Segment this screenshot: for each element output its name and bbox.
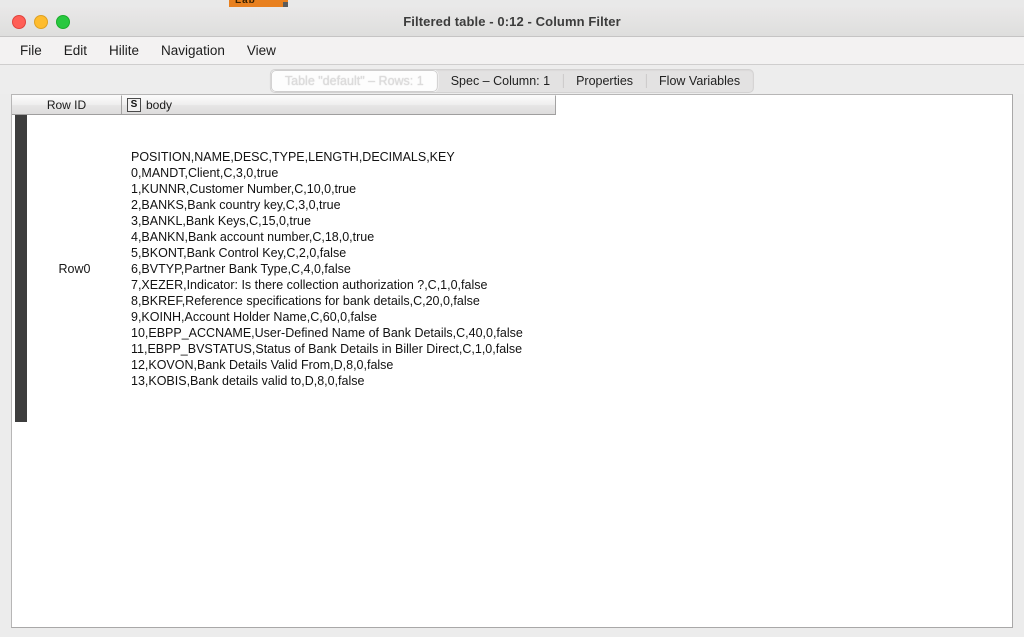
table-row[interactable]: Row0 POSITION,NAME,DESC,TYPE,LENGTH,DECI… [12,115,1012,422]
csv-line: 12,KOVON,Bank Details Valid From,D,8,0,f… [131,357,394,372]
menu-hilite[interactable]: Hilite [98,41,150,60]
csv-line: 13,KOBIS,Bank details valid to,D,8,0,fal… [131,373,365,388]
tab-table-default[interactable]: Table "default" – Rows: 1 [270,70,438,92]
csv-line: 9,KOINH,Account Holder Name,C,60,0,false [131,309,377,324]
close-button[interactable] [12,14,26,29]
tabbar: Table "default" – Rows: 1 Spec – Column:… [269,69,755,93]
column-header-rowid-label: Row ID [46,98,87,112]
string-type-icon: S [127,98,141,112]
csv-line: 0,MANDT,Client,C,3,0,true [131,165,279,180]
tab-table-default-label: Table "default" – Rows: 1 [284,74,424,88]
csv-line: 4,BANKN,Bank account number,C,18,0,true [131,229,375,244]
row-selection-indicator [15,115,27,422]
background-window-fragment-label: Lab [235,0,256,6]
row-id-cell: Row0 [58,261,91,276]
main-window: Filtered table - 0:12 - Column Filter Fi… [0,7,1024,637]
maximize-button[interactable] [56,14,70,29]
tab-properties-label: Properties [576,74,634,88]
table-column-headers: Row ID S body [12,95,556,115]
window-title: Filtered table - 0:12 - Column Filter [403,14,621,29]
csv-line: 7,XEZER,Indicator: Is there collection a… [131,277,488,292]
csv-line: 3,BANKL,Bank Keys,C,15,0,true [131,213,311,228]
menu-edit[interactable]: Edit [53,41,98,60]
csv-line: 8,BKREF,Reference specifications for ban… [131,293,480,308]
background-window-fragment[interactable]: Lab [229,0,288,7]
column-header-rowid[interactable]: Row ID [12,95,122,114]
csv-line: 11,EBPP_BVSTATUS,Status of Bank Details … [131,341,523,356]
csv-line: 6,BVTYP,Partner Bank Type,C,4,0,false [131,261,351,276]
menubar: File Edit Hilite Navigation View [0,37,1024,65]
csv-line: 1,KUNNR,Customer Number,C,10,0,true [131,181,357,196]
window-titlebar: Filtered table - 0:12 - Column Filter [0,7,1024,37]
csv-line: POSITION,NAME,DESC,TYPE,LENGTH,DECIMALS,… [131,149,455,164]
column-header-body[interactable]: S body [122,95,556,114]
tab-divider [646,74,648,88]
tab-spec-label: Spec – Column: 1 [450,74,551,88]
csv-line: 10,EBPP_ACCNAME,User-Defined Name of Ban… [131,325,523,340]
content-area: Row ID S body Row0 POSITION,NAME,DESC,TY… [0,94,1024,637]
menu-file[interactable]: File [9,41,53,60]
column-header-body-label: body [146,98,173,112]
menu-navigation[interactable]: Navigation [150,41,236,60]
csv-line: 5,BKONT,Bank Control Key,C,2,0,false [131,245,347,260]
tab-properties[interactable]: Properties [563,70,646,92]
window-controls [12,14,70,29]
table-body[interactable]: Row0 POSITION,NAME,DESC,TYPE,LENGTH,DECI… [12,115,1012,627]
csv-line: 2,BANKS,Bank country key,C,3,0,true [131,197,341,212]
tab-spec[interactable]: Spec – Column: 1 [438,70,563,92]
tab-flow-variables[interactable]: Flow Variables [646,70,753,92]
row-body-cell[interactable]: POSITION,NAME,DESC,TYPE,LENGTH,DECIMALS,… [122,115,1012,422]
csv-content: POSITION,NAME,DESC,TYPE,LENGTH,DECIMALS,… [131,149,523,389]
tab-flow-variables-label: Flow Variables [659,74,741,88]
tab-divider [563,74,565,88]
minimize-button[interactable] [34,14,48,29]
table-panel: Row ID S body Row0 POSITION,NAME,DESC,TY… [11,94,1013,628]
tabbar-zone: Table "default" – Rows: 1 Spec – Column:… [0,65,1024,94]
menu-view[interactable]: View [236,41,287,60]
